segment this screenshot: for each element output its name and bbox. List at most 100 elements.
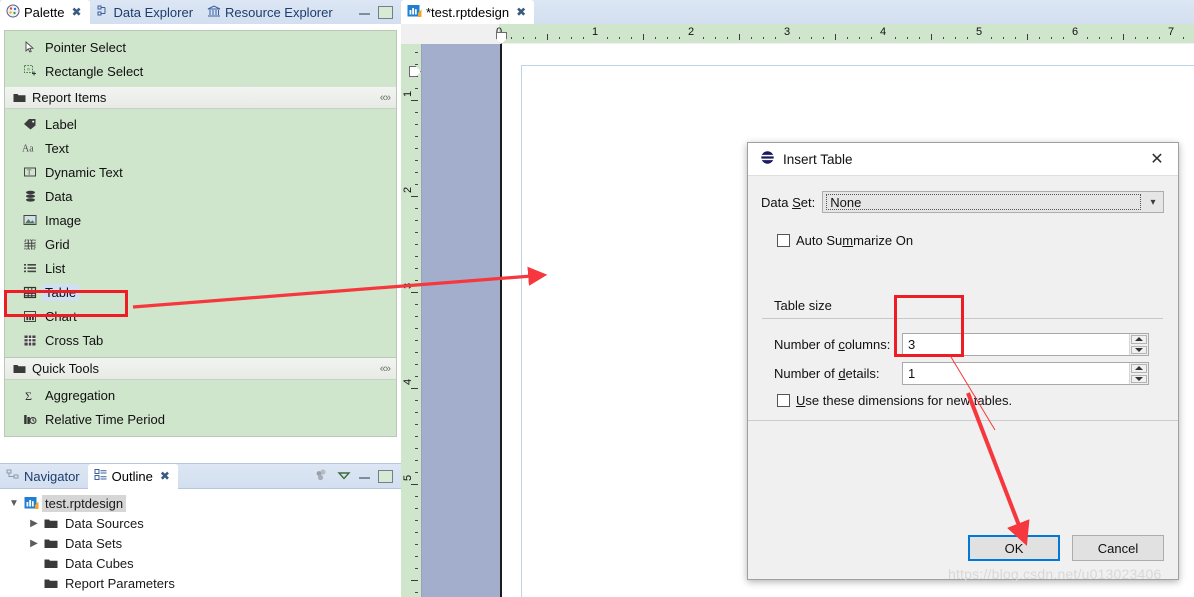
chevron-down-icon[interactable]: ▾ (1143, 197, 1163, 208)
cancel-button[interactable]: Cancel (1072, 535, 1164, 561)
chevron-down-icon[interactable]: ▼ (6, 498, 22, 509)
ruler-h-tick (871, 37, 872, 39)
close-icon[interactable]: ✖ (71, 5, 81, 19)
palette-group-header-quick-tools[interactable]: Quick Tools «» (5, 358, 396, 380)
collapse-icon[interactable]: «» (380, 92, 391, 104)
minimize-icon[interactable] (359, 10, 370, 15)
ruler-h-tick (739, 34, 740, 40)
auto-summarize-checkbox[interactable] (777, 234, 790, 247)
ruler-v-tick (415, 556, 418, 557)
auto-summarize-row[interactable]: Auto Summarize On (777, 233, 913, 248)
palette-item-rectangle-select[interactable]: Rectangle Select (5, 59, 396, 83)
number-of-details-stepper[interactable] (1129, 363, 1148, 384)
ruler-h-tick (727, 37, 728, 39)
ruler-h-tick (907, 37, 908, 39)
number-of-details-spinner[interactable]: 1 (902, 362, 1149, 385)
palette-item-chart[interactable]: Chart (5, 304, 396, 328)
outline-icon (94, 468, 108, 484)
tab-palette[interactable]: Palette ✖ (0, 0, 90, 25)
ruler-v-tick (415, 136, 418, 137)
ok-button[interactable]: OK (968, 535, 1060, 561)
close-icon[interactable]: ✕ (1146, 148, 1168, 170)
tab-navigator[interactable]: Navigator (0, 464, 88, 488)
palette-item-aggregation[interactable]: Σ Aggregation (5, 383, 396, 407)
tree-item-report[interactable]: ▼ test.rptdesign (0, 493, 401, 513)
maximize-icon[interactable] (378, 5, 393, 19)
ruler-v-tick (415, 568, 418, 569)
tree-item-data-sources[interactable]: ▶ Data Sources (0, 513, 401, 533)
palette-item-image[interactable]: Image (5, 208, 396, 232)
insert-table-dialog[interactable]: Insert Table ✕ Data Set: None ▾ Auto Sum… (747, 142, 1179, 580)
palette-item-pointer-select[interactable]: Pointer Select (5, 35, 396, 59)
ruler-h-track (499, 24, 1194, 43)
tree-item-label: Report Parameters (65, 575, 175, 591)
dialog-body: Data Set: None ▾ Auto Summarize On Table… (748, 176, 1178, 579)
number-of-details-row: Number of details: 1 (774, 362, 1149, 385)
ruler-v-label: 5 (402, 474, 414, 481)
palette-item-label[interactable]: Label (5, 112, 396, 136)
pointer-select-icon (21, 40, 39, 54)
number-of-columns-stepper[interactable] (1129, 334, 1148, 355)
maximize-icon[interactable] (378, 469, 393, 483)
application-window: Palette ✖ Data Explorer Resource Explore… (0, 0, 1194, 597)
data-set-row: Data Set: None ▾ (761, 191, 1164, 213)
use-dimensions-row[interactable]: Use these dimensions for new tables. (777, 393, 1012, 408)
palette-item-cross-tab[interactable]: Cross Tab (5, 328, 396, 352)
palette-item-relative-time-period[interactable]: Relative Time Period (5, 407, 396, 431)
ruler-h-tick (955, 37, 956, 39)
horizontal-ruler[interactable]: 01234567 (401, 24, 1194, 45)
ruler-v-margin-marker[interactable] (409, 66, 421, 77)
number-of-columns-spinner[interactable]: 3 (902, 333, 1149, 356)
tab-test-rptdesign[interactable]: *test.rptdesign ✖ (401, 0, 535, 25)
tab-palette-label: Palette (24, 4, 65, 20)
ruler-h-label: 4 (880, 26, 887, 38)
data-explorer-icon (96, 4, 110, 21)
number-of-details-value[interactable]: 1 (903, 363, 1129, 384)
spinner-up-icon[interactable] (1131, 335, 1147, 344)
spinner-down-icon[interactable] (1131, 374, 1147, 383)
resource-explorer-icon (207, 4, 221, 21)
chevron-right-icon[interactable]: ▶ (26, 518, 42, 529)
palette-body: Pointer Select Rectangle Select Report I… (0, 24, 401, 463)
data-set-combo[interactable]: None ▾ (822, 191, 1164, 213)
palette-item-table[interactable]: Table (5, 280, 396, 304)
palette-item-list[interactable]: List (5, 256, 396, 280)
use-dimensions-checkbox[interactable] (777, 394, 790, 407)
tree-item-report-parameters[interactable]: Report Parameters (0, 573, 401, 593)
ruler-h-tick (1027, 34, 1028, 40)
tab-outline[interactable]: Outline ✖ (87, 464, 179, 489)
tree-item-data-cubes[interactable]: Data Cubes (0, 553, 401, 573)
tree-item-data-sets[interactable]: ▶ Data Sets (0, 533, 401, 553)
collapse-icon[interactable]: «» (380, 363, 391, 375)
ruler-h-label: 6 (1072, 26, 1079, 38)
palette-group-header-report-items[interactable]: Report Items «» (5, 87, 396, 109)
ruler-v-tick (415, 352, 418, 353)
tab-data-explorer[interactable]: Data Explorer (90, 0, 201, 24)
tab-resource-explorer[interactable]: Resource Explorer (201, 0, 341, 24)
ruler-h-tick (1099, 37, 1100, 39)
palette-item-data[interactable]: Data (5, 184, 396, 208)
palette-item-label-text: Label (45, 116, 77, 132)
ruler-h-tick (1087, 37, 1088, 39)
ruler-v-tick (415, 88, 418, 89)
vertical-ruler[interactable]: 1 2 3 4 5 (401, 44, 422, 597)
spinner-down-icon[interactable] (1131, 345, 1147, 354)
palette-item-dynamic-text[interactable]: T Dynamic Text (5, 160, 396, 184)
ruler-v-tick (411, 196, 418, 197)
palette-item-text[interactable]: Aa Text (5, 136, 396, 160)
spinner-up-icon[interactable] (1131, 364, 1147, 373)
minimize-icon[interactable] (359, 474, 370, 479)
auto-summarize-label: Auto Summarize On (796, 233, 914, 248)
chevron-right-icon[interactable]: ▶ (26, 538, 42, 549)
ruler-v-label: 4 (402, 378, 414, 385)
ruler-h-tick (811, 37, 812, 39)
ruler-h-label: 1 (592, 26, 599, 38)
link-with-editor-icon[interactable] (313, 468, 329, 485)
ruler-h-tick (535, 37, 536, 39)
close-icon[interactable]: ✖ (160, 469, 170, 483)
number-of-columns-value[interactable]: 3 (903, 334, 1129, 355)
palette-item-grid[interactable]: Grid (5, 232, 396, 256)
close-icon[interactable]: ✖ (516, 5, 526, 19)
view-menu-icon[interactable] (337, 469, 351, 484)
ruler-h-tick (895, 37, 896, 39)
